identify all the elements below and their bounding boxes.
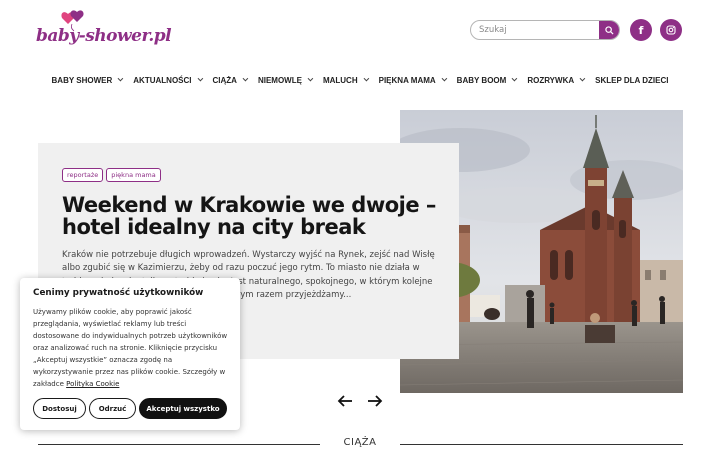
accept-all-button[interactable]: Akceptuj wszystko: [139, 398, 227, 419]
hero-title[interactable]: Weekend w Krakowie we dwoje – hotel idea…: [62, 194, 442, 238]
nav-item-baby-boom[interactable]: BABY BOOM: [451, 72, 522, 88]
instagram-icon: [666, 25, 676, 35]
nav-item-label: BABY SHOWER: [51, 75, 113, 85]
chevron-down-icon: [363, 75, 369, 82]
search-input[interactable]: [471, 21, 601, 39]
instagram-button[interactable]: [660, 19, 682, 41]
search-icon: [604, 25, 614, 35]
arrow-left-icon: [337, 395, 352, 407]
nav-item-sklep-dla-dzieci[interactable]: SKLEP DLA DZIECI: [589, 72, 674, 88]
nav-item-maluch[interactable]: MALUCH: [317, 72, 373, 88]
nav-item-label: ROZRYWKA: [527, 75, 575, 85]
customize-button[interactable]: Dostosuj: [33, 398, 86, 419]
chevron-down-icon: [441, 75, 447, 82]
chevron-down-icon: [242, 75, 249, 82]
cookie-banner: Cenimy prywatność użytkowników Używamy p…: [20, 278, 240, 430]
nav-item-label: SKLEP DLA DZIECI: [595, 75, 669, 85]
section-divider-right: [400, 444, 683, 445]
chevron-down-icon: [511, 75, 518, 82]
cookie-policy-link[interactable]: Polityka Cookie: [66, 380, 119, 388]
logo-text: baby-shower.pl: [36, 26, 172, 46]
chevron-down-icon: [117, 75, 124, 82]
chevron-down-icon: [197, 75, 203, 82]
section-divider-left: [38, 444, 320, 445]
nav-item-baby-shower[interactable]: BABY SHOWER: [46, 72, 128, 88]
nav-item-label: NIEMOWLĘ: [257, 75, 302, 85]
cookie-text-body: Używamy plików cookie, aby poprawić jako…: [33, 308, 228, 388]
facebook-icon: f: [638, 23, 644, 37]
cookie-text: Używamy plików cookie, aby poprawić jako…: [33, 306, 229, 390]
arrow-right-icon: [368, 395, 383, 407]
facebook-button[interactable]: f: [630, 19, 652, 41]
cookie-title: Cenimy prywatność użytkowników: [33, 288, 204, 298]
site-logo[interactable]: baby-shower.pl: [36, 10, 172, 50]
nav-item-label: BABY BOOM: [456, 75, 507, 85]
chevron-down-icon: [307, 75, 314, 82]
nav-item-label: PIĘKNA MAMA: [378, 75, 436, 85]
nav-item-label: MALUCH: [322, 75, 358, 85]
section-title: CIĄŻA: [343, 437, 377, 448]
tag-piekna-mama[interactable]: piękna mama: [106, 168, 161, 182]
search-box: [470, 20, 620, 40]
nav-item-ciaza[interactable]: CIĄŻA: [207, 72, 252, 88]
nav-item-label: CIĄŻA: [212, 75, 237, 85]
hero-tags: reportaże piękna mama: [62, 168, 161, 182]
search-button[interactable]: [599, 21, 619, 39]
nav-item-rozrywka[interactable]: ROZRYWKA: [521, 72, 589, 88]
slider-next-button[interactable]: [366, 392, 384, 410]
nav-item-label: AKTUALNOŚCI: [133, 75, 192, 85]
tag-reportaze[interactable]: reportaże: [62, 168, 104, 182]
main-nav: BABY SHOWER AKTUALNOŚCI CIĄŻA NIEMOWLĘ M…: [0, 72, 720, 88]
nav-item-piekna-mama[interactable]: PIĘKNA MAMA: [373, 72, 451, 88]
nav-item-aktualnosci[interactable]: AKTUALNOŚCI: [127, 72, 206, 88]
slider-prev-button[interactable]: [336, 392, 354, 410]
reject-button[interactable]: Odrzuć: [89, 398, 136, 419]
chevron-down-icon: [579, 75, 586, 82]
nav-item-niemowle[interactable]: NIEMOWLĘ: [252, 72, 317, 88]
